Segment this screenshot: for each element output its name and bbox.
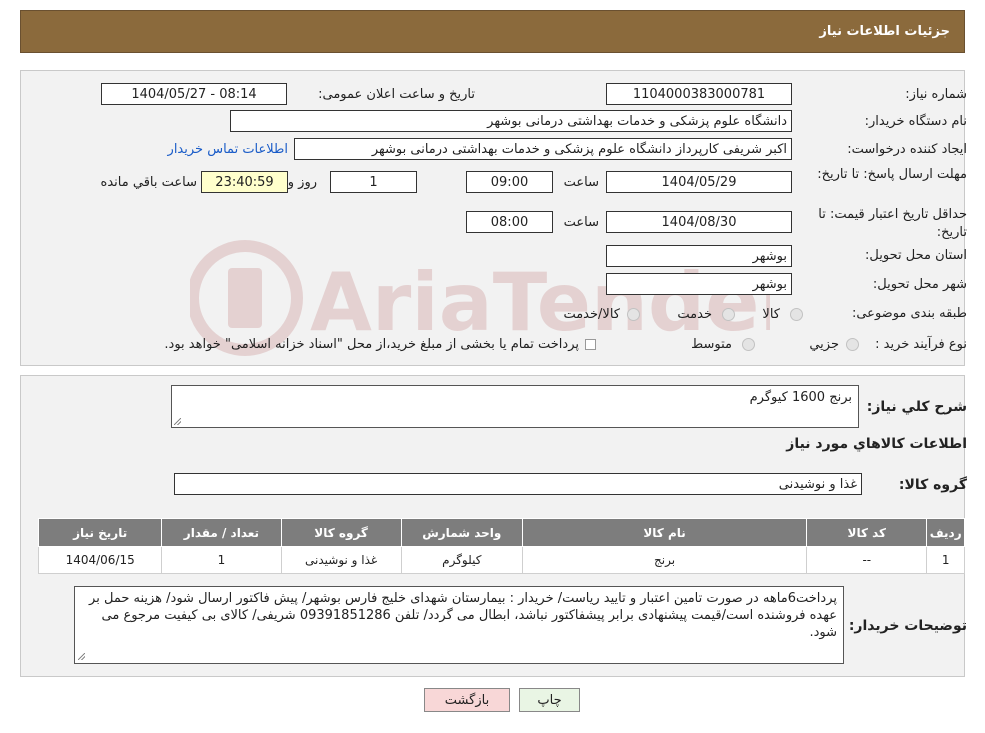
process-label: نوع فرآیند خرید : (875, 337, 967, 352)
col-code: کد کالا (806, 518, 928, 547)
process-radio-medium[interactable] (742, 338, 755, 351)
category-radio-service[interactable] (722, 308, 735, 321)
validity-date-field: 1404/08/30 (606, 211, 792, 233)
cell-group: غذا و نوشیدنی (280, 546, 402, 574)
cell-row: 1 (926, 546, 965, 574)
group-label: گروه کالا: (898, 477, 967, 493)
print-button[interactable]: چاپ (519, 688, 580, 712)
cell-unit: کیلوگرم (400, 546, 523, 574)
validity-time-field: 08:00 (466, 211, 553, 233)
category-radio-goods[interactable] (790, 308, 803, 321)
buyer-notes-text: پرداخت6ماهه در صورت تامین اعتبار و تایید… (89, 591, 837, 640)
category-option-goods-service: کالا/خدمت (563, 307, 620, 322)
creator-field: اکبر شریفی کارپرداز دانشگاه علوم پزشکی و… (294, 138, 792, 160)
process-option-minor: جزيي (809, 337, 839, 352)
process-radio-minor[interactable] (846, 338, 859, 351)
remaining-label: ساعت باقي مانده (100, 175, 197, 190)
deadline-time-field: 09:00 (466, 171, 553, 193)
buyer-org-label: نام دستگاه خریدار: (864, 114, 967, 129)
contact-buyer-link[interactable]: اطلاعات تماس خریدار (168, 142, 288, 158)
back-button[interactable]: بازگشت (424, 688, 510, 712)
cell-code: -- (806, 546, 928, 574)
col-unit: واحد شمارش (400, 518, 523, 547)
col-name: نام کالا (521, 518, 808, 547)
deadline-label: مهلت ارسال پاسخ: تا تاریخ: (817, 167, 967, 182)
col-qty: تعداد / مقدار (161, 518, 282, 547)
resize-grip-icon[interactable] (174, 418, 181, 425)
goods-table: رديف کد کالا نام کالا واحد شمارش گروه کا… (37, 518, 965, 574)
process-option-medium: متوسط (691, 337, 732, 352)
summary-text: برنج 1600 کیوگرم (749, 390, 852, 405)
creator-label: ایجاد کننده درخواست: (847, 142, 967, 157)
category-option-service: خدمت (677, 307, 712, 322)
page-header: جزئیات اطلاعات نیاز (20, 10, 965, 53)
buyer-notes-textarea[interactable]: پرداخت6ماهه در صورت تامین اعتبار و تایید… (74, 586, 844, 664)
col-date: تاريخ نياز (37, 518, 163, 547)
city-field: بوشهر (606, 273, 792, 295)
summary-textarea[interactable]: برنج 1600 کیوگرم (171, 385, 859, 428)
resize-grip-icon[interactable] (78, 653, 85, 660)
table-row: 1 -- برنج کیلوگرم غذا و نوشیدنی 1 1404/0… (37, 546, 965, 574)
remaining-time-field: 23:40:59 (201, 171, 288, 193)
summary-label: شرح کلي نياز: (866, 399, 967, 415)
need-number-label: شماره نیاز: (905, 87, 967, 102)
validity-time-label: ساعت (563, 215, 599, 230)
treasury-checkbox[interactable] (585, 339, 596, 350)
buyer-org-field: دانشگاه علوم پزشکی و خدمات بهداشتی درمان… (230, 110, 792, 132)
page-title: جزئیات اطلاعات نیاز (819, 24, 950, 39)
table-header-row: رديف کد کالا نام کالا واحد شمارش گروه کا… (37, 518, 965, 547)
need-number-field: 1104000383000781 (606, 83, 792, 105)
announce-field: 1404/05/27 - 08:14 (101, 83, 287, 105)
category-label: طبقه بندی موضوعی: (851, 306, 967, 321)
days-label: روز و (287, 175, 317, 190)
category-radio-goods-service[interactable] (627, 308, 640, 321)
cell-date: 1404/06/15 (37, 546, 163, 574)
province-label: استان محل تحویل: (865, 248, 967, 263)
cell-name: برنج (521, 546, 808, 574)
buyer-notes-label: توضیحات خریدار: (848, 618, 967, 634)
process-note: پرداخت تمام یا بخشی از مبلغ خرید،از محل … (164, 337, 579, 352)
cell-qty: 1 (161, 546, 282, 574)
announce-label: تاریخ و ساعت اعلان عمومی: (318, 87, 475, 102)
deadline-time-label: ساعت (563, 175, 599, 190)
days-field: 1 (330, 171, 417, 193)
deadline-date-field: 1404/05/29 (606, 171, 792, 193)
validity-label: حداقل تاریخ اعتبار قیمت: تا تاریخ: (818, 207, 967, 240)
col-row: رديف (926, 518, 965, 547)
col-group: گروه کالا (280, 518, 402, 547)
group-field: غذا و نوشیدنی (174, 473, 862, 495)
goods-info-title: اطلاعات كالاهاي مورد نياز (786, 436, 967, 452)
province-field: بوشهر (606, 245, 792, 267)
city-label: شهر محل تحویل: (872, 277, 967, 292)
category-option-goods: کالا (762, 307, 780, 322)
